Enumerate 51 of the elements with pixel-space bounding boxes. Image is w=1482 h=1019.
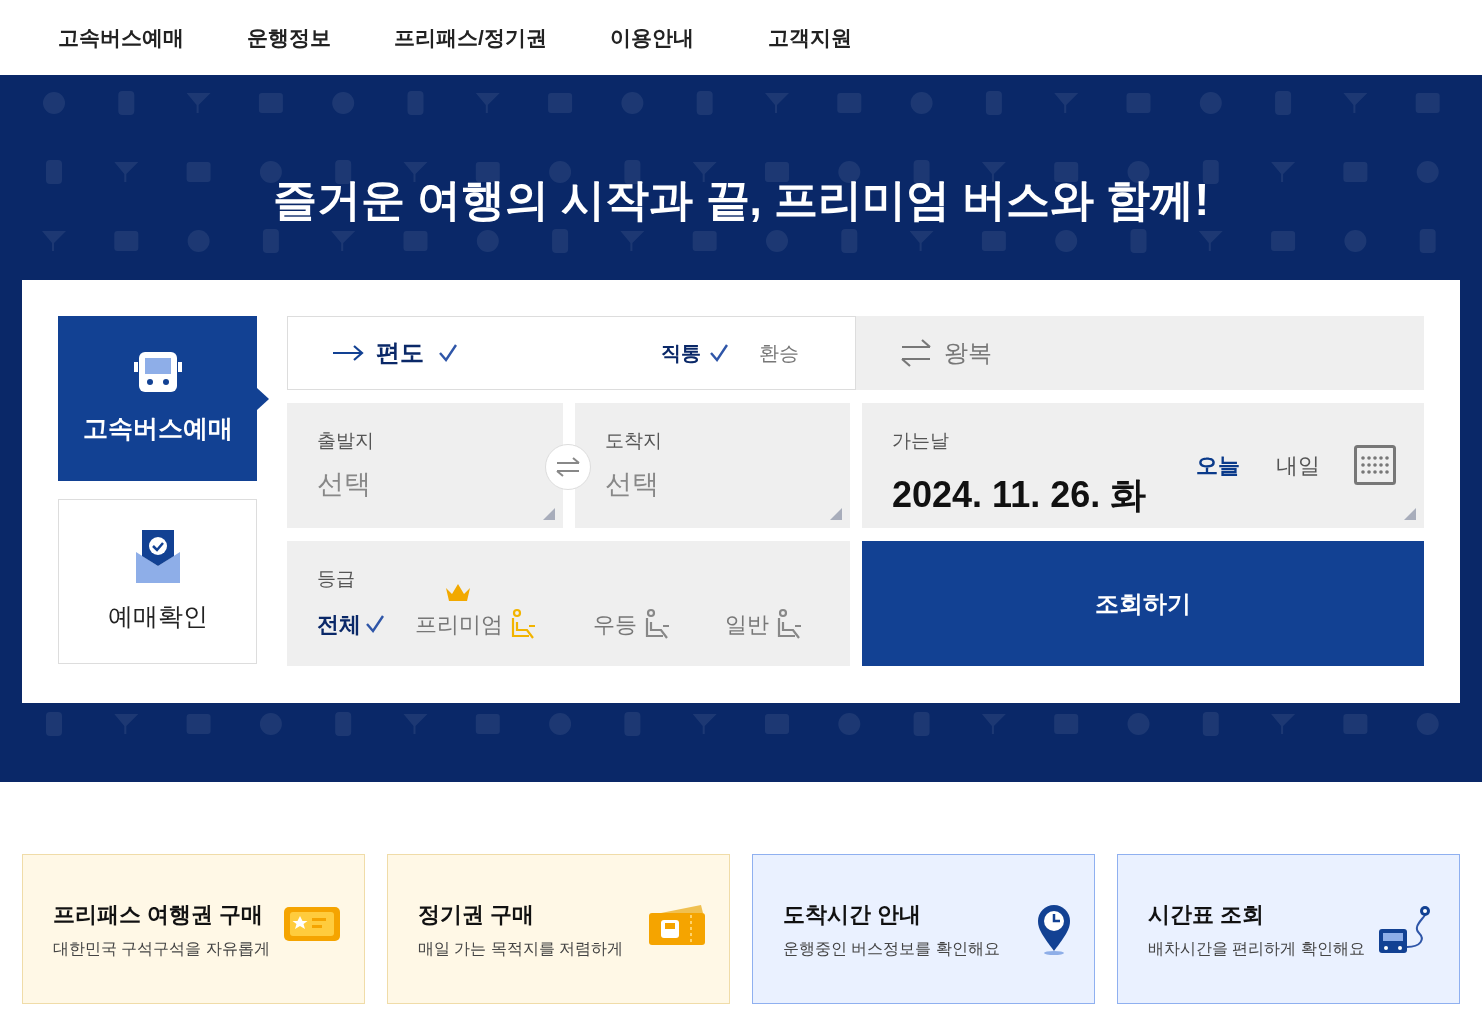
date-shortcut[interactable]: 오늘 bbox=[1196, 448, 1240, 482]
promo-card[interactable]: 시간표 조회 배차시간을 편리하게 확인해요 bbox=[1117, 854, 1460, 1004]
card-title: 정기권 구매 bbox=[418, 900, 536, 929]
promo-card[interactable]: 도착시간 안내 운행중인 버스정보를 확인해요 bbox=[752, 854, 1095, 1004]
booking-tab[interactable]: 예매확인 bbox=[58, 499, 257, 664]
pointer-icon bbox=[257, 388, 269, 410]
location-clock-icon bbox=[1036, 903, 1072, 955]
trip-type-tab[interactable]: 편도 bbox=[332, 335, 458, 371]
swap-arrows-icon bbox=[900, 339, 932, 367]
field-label: 등급 bbox=[317, 567, 355, 591]
route-option[interactable]: 직통 bbox=[661, 338, 729, 368]
grade-option[interactable]: 우등 bbox=[593, 607, 673, 641]
nav-link[interactable]: 프리패스/정기권 bbox=[394, 21, 610, 54]
right-arrow-icon bbox=[332, 345, 364, 361]
field-label: 가는날 bbox=[892, 429, 949, 453]
nav-link[interactable]: 운행정보 bbox=[247, 21, 394, 54]
card-title: 프리패스 여행권 구매 bbox=[53, 900, 265, 929]
check-icon bbox=[709, 343, 729, 363]
nav-link[interactable]: 고객지원 bbox=[768, 21, 888, 54]
swap-icon bbox=[555, 456, 581, 478]
nav-link[interactable]: 고속버스예매 bbox=[58, 21, 247, 54]
nav-link[interactable]: 이용안내 bbox=[610, 21, 768, 54]
check-icon bbox=[438, 343, 458, 363]
route-option[interactable]: 환승 bbox=[759, 338, 799, 368]
card-subtitle: 대한민국 구석구석을 자유롭게 bbox=[53, 938, 270, 959]
trip-type-tab[interactable]: 왕복 bbox=[900, 335, 992, 371]
calendar-button[interactable] bbox=[1354, 445, 1396, 485]
field-label: 출발지 bbox=[317, 429, 374, 453]
banner-title: 즐거운 여행의 시작과 끝, 프리미엄 버스와 함께! bbox=[271, 174, 1211, 226]
card-subtitle: 배차시간을 편리하게 확인해요 bbox=[1148, 938, 1365, 959]
departure-field[interactable]: 선택 bbox=[317, 463, 517, 504]
corner-mark bbox=[830, 508, 842, 520]
arrival-field[interactable]: 선택 bbox=[605, 463, 805, 504]
envelope-check-icon bbox=[133, 527, 182, 584]
card-subtitle: 운행중인 버스정보를 확인해요 bbox=[783, 938, 1000, 959]
check-icon bbox=[365, 614, 385, 634]
field-label: 도착지 bbox=[605, 429, 662, 453]
search-button[interactable]: 조회하기 bbox=[862, 541, 1424, 666]
corner-mark bbox=[543, 508, 555, 520]
grade-option[interactable]: 프리미엄 bbox=[415, 607, 541, 641]
card-title: 도착시간 안내 bbox=[783, 900, 923, 929]
grade-option[interactable]: 전체 bbox=[317, 607, 385, 641]
card-title: 시간표 조회 bbox=[1148, 900, 1266, 929]
calendar-icon bbox=[1354, 445, 1396, 485]
corner-mark bbox=[1404, 508, 1416, 520]
card-subtitle: 매일 가는 목적지를 저렴하게 bbox=[418, 938, 624, 959]
date-value: 2024. 11. 26. 화 bbox=[892, 472, 1147, 517]
promo-card[interactable]: 정기권 구매 매일 가는 목적지를 저렴하게 bbox=[387, 854, 730, 1004]
date-shortcut[interactable]: 내일 bbox=[1276, 448, 1320, 482]
grade-option[interactable]: 일반 bbox=[725, 607, 805, 641]
promo-card[interactable]: 프리패스 여행권 구매 대한민국 구석구석을 자유롭게 bbox=[22, 854, 365, 1004]
